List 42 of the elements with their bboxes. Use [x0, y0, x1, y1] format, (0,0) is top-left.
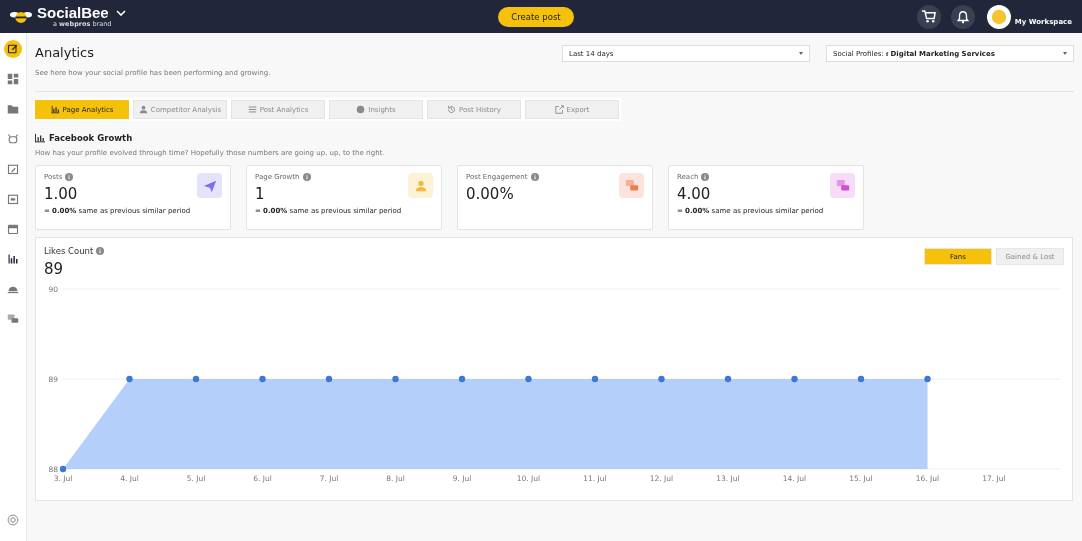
data-point — [791, 375, 798, 383]
bar-chart-icon — [35, 133, 45, 143]
data-point — [126, 375, 133, 383]
info-icon[interactable] — [96, 247, 105, 255]
data-point — [658, 375, 665, 383]
bell-icon[interactable] — [955, 9, 970, 24]
data-point — [59, 465, 67, 473]
data-point — [924, 375, 931, 383]
data-point — [724, 375, 732, 383]
stat-value: 4.00 — [677, 185, 712, 203]
cart-icon[interactable] — [921, 9, 937, 24]
page-title: Analytics — [35, 45, 96, 60]
stat-value: 0.00% — [466, 185, 515, 203]
chevron-down-icon[interactable] — [116, 9, 127, 16]
stat-value: 1.00 — [44, 185, 79, 203]
data-point — [458, 375, 466, 383]
sidebar-edit-icon[interactable] — [4, 40, 22, 58]
brand-name[interactable]: SocialBee — [37, 5, 112, 21]
data-point — [259, 375, 266, 383]
cart-button[interactable] — [916, 4, 941, 29]
data-point — [392, 375, 399, 383]
data-point — [525, 375, 532, 383]
data-point — [857, 375, 865, 383]
section-title: Facebook Growth — [49, 133, 133, 143]
data-point — [325, 375, 333, 383]
person-icon[interactable] — [138, 105, 148, 114]
notifications-button[interactable] — [950, 4, 975, 29]
avatar[interactable] — [986, 4, 1011, 29]
info-icon[interactable] — [65, 173, 74, 181]
info-icon[interactable] — [302, 173, 311, 181]
data-point — [192, 375, 200, 383]
likes-value: 89 — [44, 260, 65, 278]
data-point — [591, 375, 599, 383]
bee-logo-icon — [10, 9, 32, 24]
history-icon[interactable] — [447, 105, 457, 114]
chart-icon[interactable] — [50, 105, 60, 114]
likes-title: Likes Count — [44, 246, 94, 256]
stat-value: 1 — [255, 185, 266, 203]
create-post-button[interactable]: Create post — [498, 6, 574, 27]
info-icon[interactable] — [530, 173, 539, 181]
export-icon[interactable] — [554, 105, 564, 114]
info-icon[interactable] — [701, 173, 710, 181]
